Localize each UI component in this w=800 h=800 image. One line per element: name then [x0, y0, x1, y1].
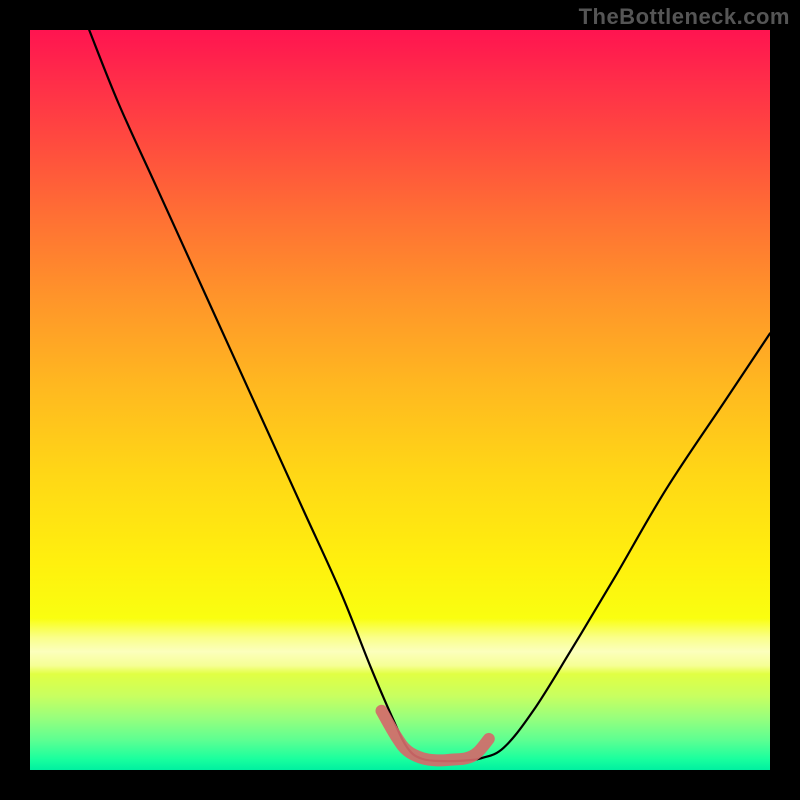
trough-marker	[382, 711, 489, 761]
watermark-label: TheBottleneck.com	[579, 4, 790, 30]
curve-layer	[30, 30, 770, 770]
plot-area	[30, 30, 770, 770]
chart-frame: TheBottleneck.com	[0, 0, 800, 800]
bottleneck-curve	[89, 30, 770, 761]
